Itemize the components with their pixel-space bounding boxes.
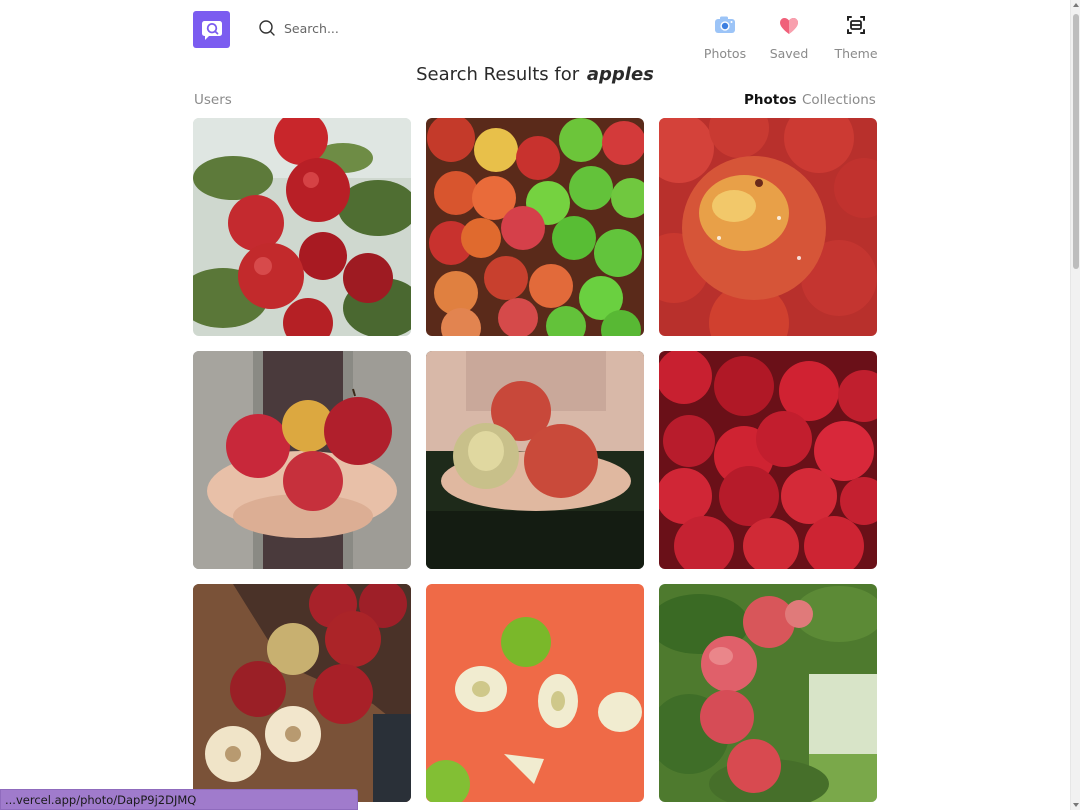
scroll-up-arrow-icon[interactable] [1073, 3, 1079, 7]
search-bar [258, 16, 458, 40]
theme-toggle-icon [847, 16, 865, 34]
vertical-scrollbar[interactable] [1070, 0, 1080, 810]
tab-photos[interactable]: Photos [744, 92, 797, 108]
photo-image [659, 118, 877, 336]
nav-theme-label: Theme [834, 46, 878, 61]
photo-grid [193, 118, 877, 802]
search-icon [259, 20, 275, 36]
heart-icon [780, 17, 798, 34]
results-prefix: Search Results for [416, 64, 580, 85]
tab-users[interactable]: Users [194, 92, 232, 108]
status-bar-url: ...vercel.app/photo/DapP9j2DJMQ [0, 789, 358, 810]
logo-icon[interactable] [193, 11, 230, 48]
nav-theme[interactable]: Theme [826, 12, 886, 61]
photo-card[interactable] [659, 351, 877, 569]
photo-image [426, 351, 644, 569]
tab-collections[interactable]: Collections [802, 92, 876, 108]
search-input[interactable] [284, 20, 454, 36]
nav-photos-label: Photos [703, 46, 747, 61]
photo-image [426, 118, 644, 336]
page: Photos Saved Theme Search Results for ap… [0, 0, 1070, 810]
photo-image [426, 584, 644, 802]
photo-card[interactable] [659, 118, 877, 336]
photo-card[interactable] [426, 351, 644, 569]
scroll-down-arrow-icon[interactable] [1073, 803, 1079, 807]
photo-card[interactable] [193, 584, 411, 802]
photo-card[interactable] [426, 118, 644, 336]
photo-card[interactable] [659, 584, 877, 802]
photo-image [193, 584, 411, 802]
nav-saved[interactable]: Saved [759, 12, 819, 61]
photo-card[interactable] [193, 118, 411, 336]
scroll-thumb[interactable] [1073, 14, 1079, 269]
photo-image [193, 118, 411, 336]
photo-card[interactable] [426, 584, 644, 802]
nav-saved-label: Saved [769, 46, 809, 61]
photo-image [659, 351, 877, 569]
page-title: Search Results for apples [0, 64, 1070, 85]
nav-photos[interactable]: Photos [695, 12, 755, 61]
photo-image [193, 351, 411, 569]
photo-card[interactable] [193, 351, 411, 569]
photo-image [659, 584, 877, 802]
camera-icon [715, 16, 735, 33]
logo-search-icon [201, 20, 222, 40]
results-query: apples [586, 64, 654, 85]
